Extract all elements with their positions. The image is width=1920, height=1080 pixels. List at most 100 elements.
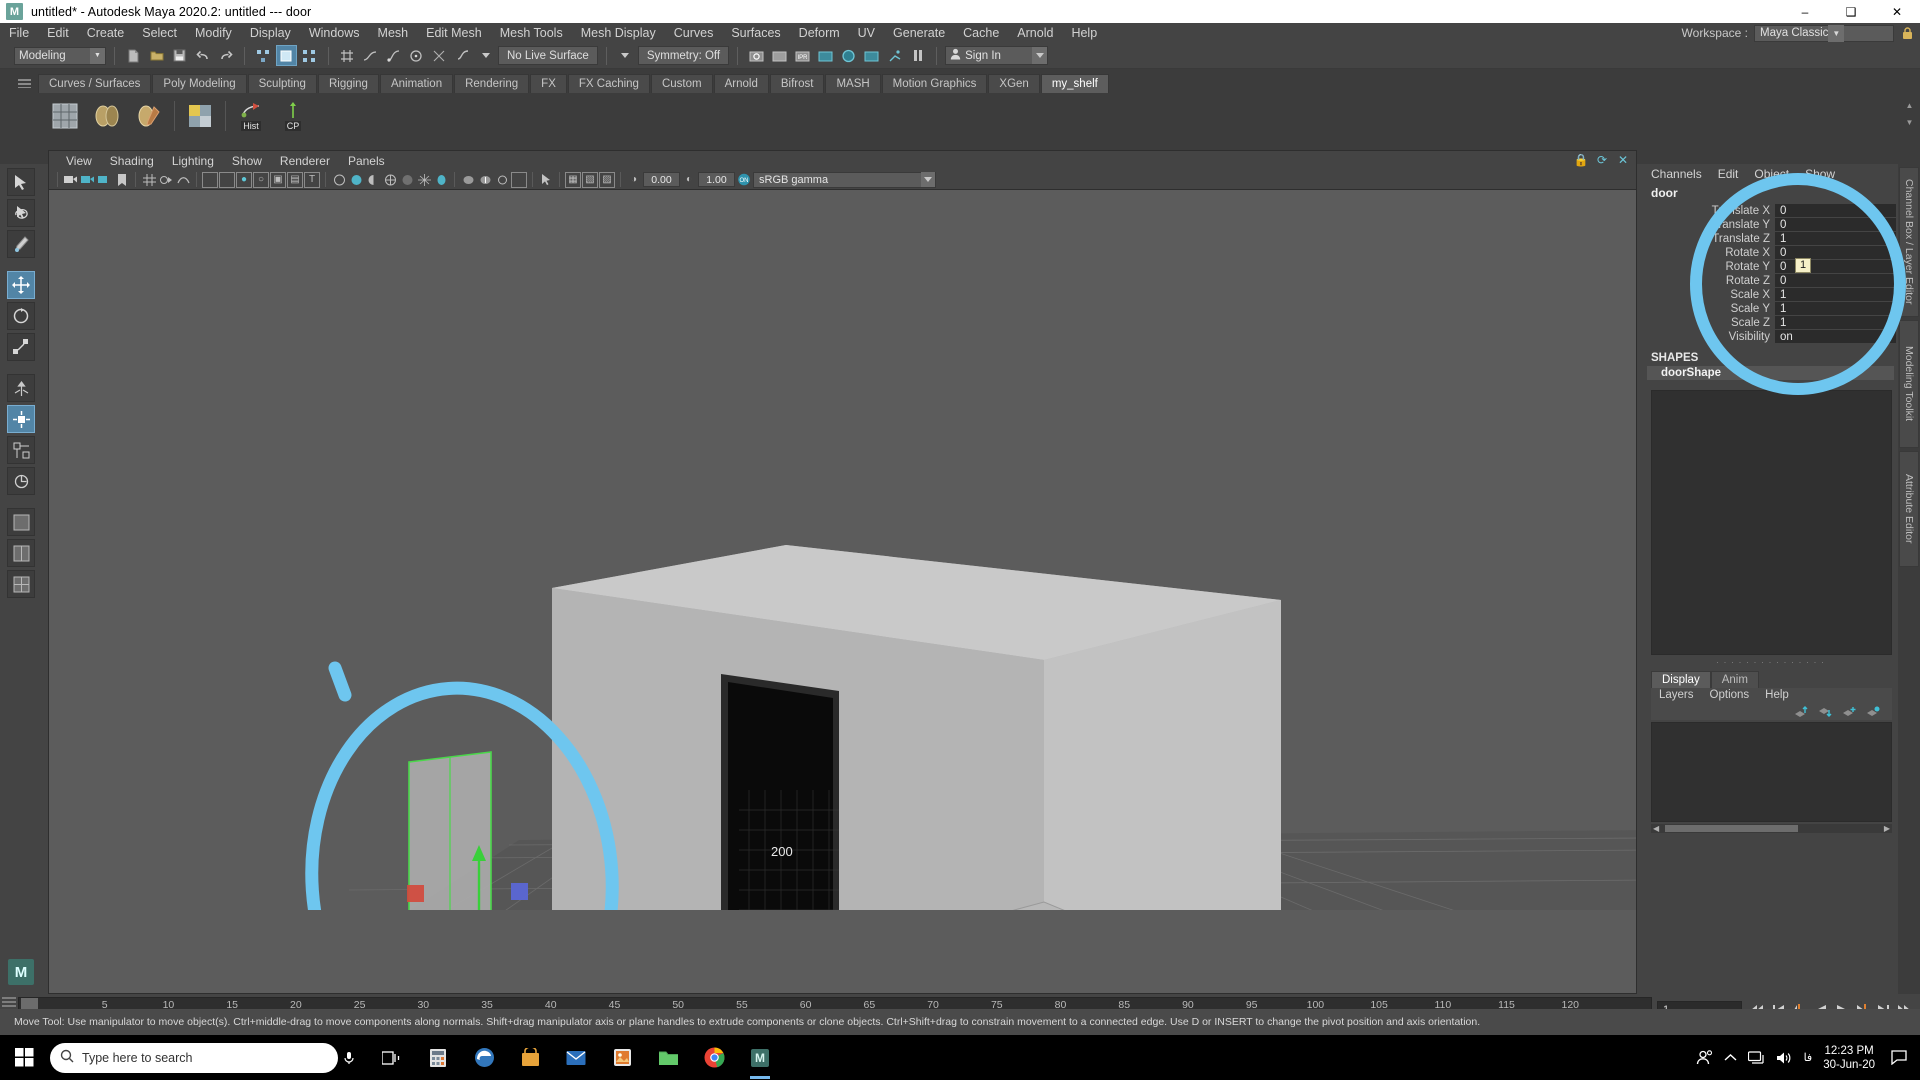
film-gate-icon[interactable]	[158, 172, 174, 188]
smooth-shade-selected-icon[interactable]: ○	[253, 171, 269, 188]
use-all-lights-icon[interactable]	[331, 172, 347, 188]
paint-select-tool-icon[interactable]	[7, 230, 35, 258]
layer-menu-layers[interactable]: Layers	[1651, 689, 1702, 701]
scroll-left-icon[interactable]: ◀	[1651, 824, 1661, 833]
viewport-lock-icon[interactable]: 🔒	[1574, 153, 1589, 167]
color-space-dropdown[interactable]: sRGB gamma	[753, 171, 936, 188]
exposure-icon[interactable]: ◑	[626, 172, 642, 188]
viewport-menu-renderer[interactable]: Renderer	[271, 154, 339, 168]
live-surface-field[interactable]: No Live Surface	[498, 46, 598, 65]
chevron-down-icon[interactable]: ▼	[1828, 24, 1845, 42]
layer-menu-options[interactable]: Options	[1702, 689, 1758, 701]
shelf-tab-rendering[interactable]: Rendering	[454, 74, 530, 93]
shelf-tab-arnold[interactable]: Arnold	[713, 74, 769, 93]
minimize-button[interactable]: –	[1782, 0, 1828, 23]
resolution-gate-icon[interactable]	[175, 172, 191, 188]
shadows-icon[interactable]	[365, 172, 381, 188]
create-layer-from-selected-icon[interactable]	[1865, 705, 1880, 718]
flat-shade-icon[interactable]: ▣	[270, 171, 286, 188]
shelf-tab-sculpting[interactable]: Sculpting	[247, 74, 317, 93]
chevron-down-icon[interactable]: ▼	[90, 47, 105, 64]
isolate-select-icon[interactable]	[460, 172, 476, 188]
texture-toggle-icon[interactable]: T	[304, 171, 320, 188]
channel-value[interactable]: 1	[1775, 232, 1896, 245]
shelf-history-button[interactable]: Hist	[234, 101, 268, 131]
chevron-down-icon[interactable]	[475, 45, 496, 66]
gamma-icon[interactable]: ◐	[681, 172, 697, 188]
multisample-icon[interactable]	[416, 172, 432, 188]
channelbox-menu-show[interactable]: Show	[1797, 167, 1843, 181]
xray-joints-icon[interactable]	[494, 172, 510, 188]
menu-arnold[interactable]: Arnold	[1008, 23, 1062, 43]
symmetry-field[interactable]: Symmetry: Off	[637, 46, 730, 65]
show-manip-icon[interactable]	[7, 436, 35, 464]
menu-help[interactable]: Help	[1062, 23, 1106, 43]
xray-active-comp-icon[interactable]	[511, 171, 527, 188]
wireframe-shade-icon[interactable]	[219, 171, 235, 188]
start-button[interactable]	[0, 1035, 48, 1080]
ipr-render-icon[interactable]: IPR	[792, 45, 813, 66]
shelf-tab-poly-modeling[interactable]: Poly Modeling	[152, 74, 247, 93]
shelf-poly-sphere-icon[interactable]	[90, 99, 124, 133]
grid-toggle-icon[interactable]	[141, 172, 157, 188]
channel-row-rotate-z[interactable]: Rotate Z 0	[1643, 274, 1896, 287]
channel-value[interactable]: 0	[1775, 246, 1896, 259]
chevron-down-icon[interactable]	[1032, 47, 1048, 64]
gamma-value[interactable]: 1.00	[698, 172, 735, 187]
layer-menu-help[interactable]: Help	[1757, 689, 1797, 701]
channel-row-rotate-y[interactable]: Rotate Y 0 1	[1643, 258, 1896, 273]
snap-to-grid-icon[interactable]	[337, 45, 358, 66]
redo-icon[interactable]	[215, 45, 236, 66]
show-hidden-icons-chevron-up-icon[interactable]	[1724, 1053, 1737, 1062]
viewport-menu-show[interactable]: Show	[223, 154, 271, 168]
channel-value[interactable]: 0	[1775, 204, 1896, 217]
maximize-button[interactable]: ❑	[1828, 0, 1874, 23]
bookmark-icon[interactable]	[114, 172, 130, 188]
task-view-icon[interactable]	[370, 1035, 414, 1080]
vtab-attribute-editor[interactable]: Attribute Editor	[1899, 451, 1919, 567]
close-button[interactable]: ✕	[1874, 0, 1920, 23]
workspace-dropdown[interactable]: Maya Classic ▼	[1754, 24, 1894, 42]
select-arrow-icon[interactable]	[538, 172, 554, 188]
channel-value[interactable]: 1	[1775, 302, 1896, 315]
two-sided-lighting-icon[interactable]	[97, 172, 113, 188]
use-default-light-icon[interactable]	[348, 172, 364, 188]
taskbar-search-box[interactable]: Type here to search	[50, 1042, 338, 1073]
shelf-tab-animation[interactable]: Animation	[379, 74, 454, 93]
ao-icon[interactable]	[382, 172, 398, 188]
volume-icon[interactable]	[1776, 1051, 1793, 1065]
scrollbar-thumb[interactable]	[1665, 825, 1798, 832]
shelf-grip-handle[interactable]	[18, 79, 31, 88]
last-tool-icon[interactable]	[7, 467, 35, 495]
shelf-render-layer-icon[interactable]	[183, 99, 217, 133]
save-scene-icon[interactable]	[169, 45, 190, 66]
taskbar-clock[interactable]: 12:23 PM 30-Jun-20	[1823, 1044, 1875, 1072]
lasso-tool-icon[interactable]	[7, 199, 35, 227]
channel-row-scale-x[interactable]: Scale X 1	[1643, 288, 1896, 301]
channel-row-rotate-x[interactable]: Rotate X 0	[1643, 246, 1896, 259]
channelbox-menu-channels[interactable]: Channels	[1643, 167, 1710, 181]
viewport-texture-c-icon[interactable]: ▨	[599, 171, 615, 188]
store-icon[interactable]	[508, 1035, 552, 1080]
shelf-poly-tool-icon[interactable]	[132, 99, 166, 133]
channelbox-menu-edit[interactable]: Edit	[1710, 167, 1747, 181]
menu-mesh[interactable]: Mesh	[369, 23, 418, 43]
shelf-grid-icon[interactable]	[48, 99, 82, 133]
snap-axis-icon[interactable]	[7, 374, 35, 402]
camera-attributes-icon[interactable]	[80, 172, 96, 188]
universal-manip-icon[interactable]	[7, 405, 35, 433]
channel-row-scale-y[interactable]: Scale Y 1	[1643, 302, 1896, 315]
menu-edit[interactable]: Edit	[38, 23, 78, 43]
menu-surfaces[interactable]: Surfaces	[722, 23, 789, 43]
layout-four-panes-icon[interactable]	[7, 570, 35, 598]
channel-row-translate-y[interactable]: Translate Y 0	[1643, 218, 1896, 231]
channel-value[interactable]: 0	[1775, 260, 1896, 273]
menuset-dropdown[interactable]: Modeling ▼	[14, 46, 106, 65]
shelf-collapse-toggle[interactable]: ▲ ▼	[1903, 97, 1916, 131]
select-by-object-type-icon[interactable]	[276, 45, 297, 66]
menu-display[interactable]: Display	[241, 23, 300, 43]
select-by-hierarchy-icon[interactable]	[253, 45, 274, 66]
menu-cache[interactable]: Cache	[954, 23, 1008, 43]
exposure-value[interactable]: 0.00	[643, 172, 680, 187]
new-scene-icon[interactable]	[123, 45, 144, 66]
